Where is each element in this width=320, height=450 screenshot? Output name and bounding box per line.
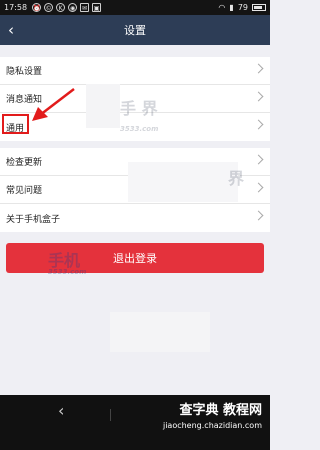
settings-item-about[interactable]: 关于手机盒子 — [0, 204, 270, 232]
signal-icon: ▮ — [229, 3, 234, 12]
brand-logo-text: 查字典 教程网 — [179, 403, 262, 418]
image-icon: ▣ — [92, 3, 102, 12]
logout-button[interactable]: 退出登录 — [6, 243, 264, 273]
chevron-right-icon — [253, 154, 264, 165]
brand-url: jiaocheng.chazidian.com — [162, 421, 262, 430]
status-time: 17:58 — [4, 3, 28, 12]
settings-item-privacy[interactable]: 隐私设置 — [0, 57, 270, 85]
settings-item-label: 隐私设置 — [6, 67, 43, 77]
chevron-right-icon — [253, 63, 264, 74]
chevron-right-icon — [253, 119, 264, 130]
chevron-right-icon — [253, 210, 264, 221]
mail-icon: ✉ — [80, 3, 90, 12]
watermark-url: 3533.com — [48, 268, 87, 276]
watermark-text: 界 — [228, 169, 245, 188]
redaction-patch — [110, 312, 210, 352]
back-chevron-icon[interactable]: ‹ — [8, 21, 14, 39]
battery-icon — [252, 4, 266, 11]
page-title: 设置 — [124, 24, 146, 37]
kaspersky-icon: K — [56, 3, 66, 12]
highlight-box — [2, 114, 29, 134]
settings-item-label: 检查更新 — [6, 158, 43, 168]
status-bar: 17:58 ⏰ © K ◉ ✉ ▣ ◠ ▮ 79 — [0, 0, 270, 15]
divider — [110, 409, 111, 421]
system-back-icon[interactable]: ‹ — [58, 401, 64, 420]
watermark-url: 3533.com — [120, 125, 159, 133]
gamepad-icon: ◉ — [68, 3, 78, 12]
copyright-icon: © — [44, 3, 54, 12]
header-bar: ‹ 设置 — [0, 15, 270, 45]
redaction-patch — [128, 162, 238, 202]
annotation-arrow-icon — [32, 88, 75, 121]
settings-item-label: 关于手机盒子 — [6, 214, 61, 225]
chevron-right-icon — [253, 91, 264, 102]
system-nav-bar: ‹ 查字典 教程网 jiaocheng.chazidian.com — [0, 395, 270, 450]
chevron-right-icon — [253, 182, 264, 193]
battery-text: 79 — [237, 3, 248, 12]
settings-item-label: 常见问题 — [6, 186, 43, 196]
alarm-icon: ⏰ — [32, 3, 42, 12]
wifi-icon: ◠ — [218, 3, 226, 12]
status-right: ◠ ▮ 79 — [218, 3, 266, 12]
redaction-patch — [86, 84, 120, 128]
watermark-text: 手 界 — [120, 99, 158, 118]
